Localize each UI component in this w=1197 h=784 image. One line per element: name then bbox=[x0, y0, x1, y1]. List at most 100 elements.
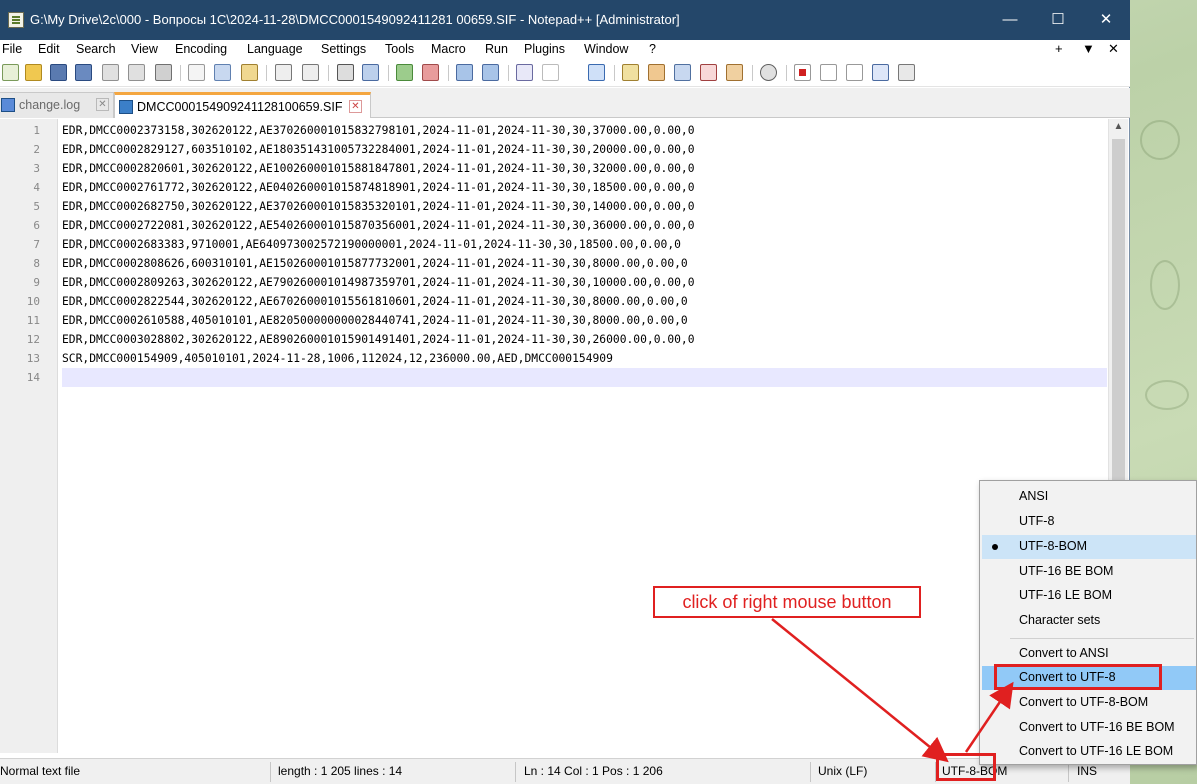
menu-edit[interactable]: Edit bbox=[38, 42, 60, 56]
code-line[interactable]: EDR,DMCC0002808626,600310101,AE150260001… bbox=[62, 254, 1107, 273]
menu-item-label: UTF-8 bbox=[1019, 514, 1055, 528]
menu-run[interactable]: Run bbox=[485, 42, 508, 56]
menu-item-convert-utf8-bom[interactable]: Convert to UTF-8-BOM bbox=[982, 691, 1196, 715]
zoom-in-icon[interactable] bbox=[396, 64, 413, 81]
define-language-icon[interactable] bbox=[622, 64, 639, 81]
find-icon[interactable] bbox=[337, 64, 354, 81]
line-number: 13 bbox=[26, 352, 40, 365]
code-line[interactable]: EDR,DMCC0002610588,405010101,AE820500000… bbox=[62, 311, 1107, 330]
new-file-icon[interactable] bbox=[2, 64, 19, 81]
maximize-button[interactable]: ☐ bbox=[1034, 0, 1082, 40]
editor-area[interactable]: 1 EDR,DMCC0002373158,302620122,AE3702600… bbox=[0, 119, 1108, 753]
toolbar-separator bbox=[508, 65, 509, 81]
close-all-icon[interactable] bbox=[128, 64, 145, 81]
menu-item-ansi[interactable]: ANSI bbox=[982, 485, 1196, 509]
menu-item-convert-ansi[interactable]: Convert to ANSI bbox=[982, 642, 1196, 666]
menu-view[interactable]: View bbox=[131, 42, 158, 56]
line-number: 11 bbox=[26, 314, 40, 327]
menu-help[interactable]: ? bbox=[649, 42, 656, 56]
redo-icon[interactable] bbox=[302, 64, 319, 81]
folder-as-workspace-icon[interactable] bbox=[726, 64, 743, 81]
save-all-icon[interactable] bbox=[75, 64, 92, 81]
scroll-up-arrow-icon[interactable]: ▲ bbox=[1109, 121, 1128, 137]
menu-encoding[interactable]: Encoding bbox=[175, 42, 227, 56]
menu-item-utf8[interactable]: UTF-8 bbox=[982, 510, 1196, 534]
code-line[interactable]: EDR,DMCC0002761772,302620122,AE040260001… bbox=[62, 178, 1107, 197]
zoom-out-icon[interactable] bbox=[422, 64, 439, 81]
code-line[interactable]: EDR,DMCC0002683383,9710001,AE64097300257… bbox=[62, 235, 1107, 254]
toolbar-separator bbox=[614, 65, 615, 81]
menu-settings[interactable]: Settings bbox=[321, 42, 366, 56]
minimize-button[interactable]: — bbox=[986, 0, 1034, 40]
title-bar[interactable]: G:\My Drive\2c\000 - Вопросы 1С\2024-11-… bbox=[0, 0, 1130, 40]
status-insert-mode[interactable]: INS bbox=[1077, 764, 1097, 778]
code-line[interactable]: EDR,DMCC0002722081,302620122,AE540260001… bbox=[62, 216, 1107, 235]
code-line[interactable]: EDR,DMCC0002822544,302620122,AE670260001… bbox=[62, 292, 1107, 311]
tab-list-dropdown-icon[interactable]: ▼ bbox=[1082, 41, 1095, 56]
cut-icon[interactable] bbox=[188, 64, 205, 81]
tab-close-icon[interactable]: ✕ bbox=[96, 98, 109, 111]
sync-vertical-icon[interactable] bbox=[456, 64, 473, 81]
line-number: 12 bbox=[26, 333, 40, 346]
menu-item-utf16-le-bom[interactable]: UTF-16 LE BOM bbox=[982, 584, 1196, 608]
copy-icon[interactable] bbox=[214, 64, 231, 81]
chevron-down-icon[interactable] bbox=[568, 64, 578, 81]
run-macro-multiple-icon[interactable] bbox=[872, 64, 889, 81]
code-line[interactable]: EDR,DMCC0002682750,302620122,AE370260001… bbox=[62, 197, 1107, 216]
menu-macro[interactable]: Macro bbox=[431, 42, 466, 56]
print-icon[interactable] bbox=[155, 64, 172, 81]
status-eol[interactable]: Unix (LF) bbox=[818, 764, 867, 778]
save-icon[interactable] bbox=[50, 64, 67, 81]
line-number: 6 bbox=[33, 219, 40, 232]
close-button[interactable]: ✕ bbox=[1082, 0, 1130, 40]
wallpaper-doodle bbox=[1150, 260, 1180, 310]
menu-item-utf16-be-bom[interactable]: UTF-16 BE BOM bbox=[982, 560, 1196, 584]
undo-icon[interactable] bbox=[275, 64, 292, 81]
paste-icon[interactable] bbox=[241, 64, 258, 81]
status-file-type: Normal text file bbox=[0, 764, 81, 778]
code-line[interactable]: EDR,DMCC0002809263,302620122,AE790260001… bbox=[62, 273, 1107, 292]
code-line[interactable]: EDR,DMCC0002820601,302620122,AE100260001… bbox=[62, 159, 1107, 178]
record-macro-icon[interactable] bbox=[794, 64, 811, 81]
code-line[interactable]: EDR,DMCC0002829127,603510102,AE180351431… bbox=[62, 140, 1107, 159]
sync-horizontal-icon[interactable] bbox=[482, 64, 499, 81]
save-macro-icon[interactable] bbox=[898, 64, 915, 81]
menu-window[interactable]: Window bbox=[584, 42, 628, 56]
close-document-icon[interactable]: ✕ bbox=[1108, 41, 1119, 57]
menu-plugins[interactable]: Plugins bbox=[524, 42, 565, 56]
menu-file[interactable]: File bbox=[2, 42, 22, 56]
play-macro-icon[interactable] bbox=[846, 64, 863, 81]
menu-item-convert-utf16-be-bom[interactable]: Convert to UTF-16 BE BOM bbox=[982, 716, 1196, 740]
code-line[interactable]: EDR,DMCC0003028802,302620122,AE890260001… bbox=[62, 330, 1107, 349]
word-wrap-icon[interactable] bbox=[516, 64, 533, 81]
show-all-characters-icon[interactable] bbox=[542, 64, 559, 81]
function-list-icon[interactable] bbox=[700, 64, 717, 81]
menu-language[interactable]: Language bbox=[247, 42, 303, 56]
menu-item-character-sets[interactable]: Character sets bbox=[982, 609, 1196, 633]
tab-dmcc-sif[interactable]: DMCC000154909241128100659.SIF ✕ bbox=[114, 92, 371, 118]
tab-close-icon[interactable]: ✕ bbox=[349, 100, 362, 113]
doc-map-icon[interactable] bbox=[648, 64, 665, 81]
menu-tools[interactable]: Tools bbox=[385, 42, 414, 56]
toolbar-separator bbox=[180, 65, 181, 81]
new-tab-icon[interactable]: + bbox=[1055, 41, 1063, 56]
encoding-context-menu: ANSI UTF-8 UTF-8-BOM UTF-16 BE BOM UTF-1… bbox=[979, 480, 1197, 765]
tab-change-log[interactable]: change.log ✕ bbox=[0, 92, 114, 118]
stop-macro-icon[interactable] bbox=[820, 64, 837, 81]
replace-icon[interactable] bbox=[362, 64, 379, 81]
status-divider bbox=[1068, 762, 1069, 782]
code-line[interactable]: SCR,DMCC000154909,405010101,2024-11-28,1… bbox=[62, 349, 1107, 368]
document-list-icon[interactable] bbox=[674, 64, 691, 81]
close-file-icon[interactable] bbox=[102, 64, 119, 81]
code-line[interactable]: EDR,DMCC0002373158,302620122,AE370260001… bbox=[62, 121, 1107, 140]
current-code-line[interactable] bbox=[62, 368, 1107, 387]
monitoring-eye-icon[interactable] bbox=[760, 64, 777, 81]
open-file-icon[interactable] bbox=[25, 64, 42, 81]
menu-item-label: UTF-8-BOM bbox=[1019, 539, 1088, 553]
menu-item-utf8-bom[interactable]: UTF-8-BOM bbox=[982, 535, 1196, 559]
scrollbar-thumb[interactable] bbox=[1112, 139, 1125, 539]
menu-item-convert-utf16-le-bom[interactable]: Convert to UTF-16 LE BOM bbox=[982, 740, 1196, 764]
indent-guide-icon[interactable] bbox=[588, 64, 605, 81]
notepadpp-icon[interactable] bbox=[8, 12, 24, 28]
menu-search[interactable]: Search bbox=[76, 42, 116, 56]
